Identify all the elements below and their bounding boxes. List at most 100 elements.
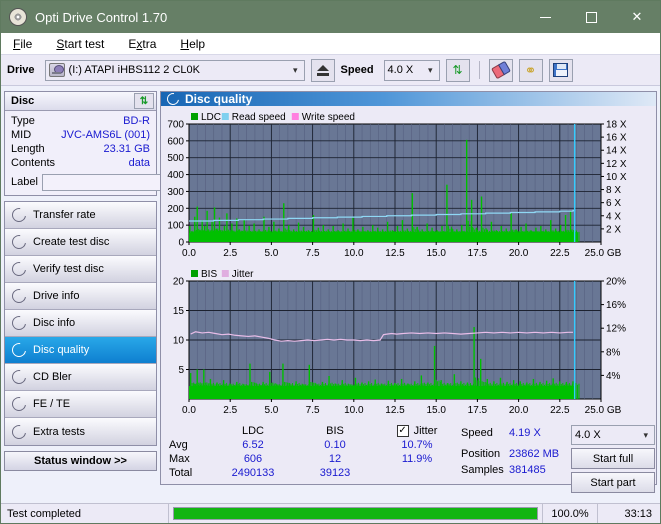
svg-text:Write speed: Write speed: [302, 112, 355, 123]
svg-text:400: 400: [167, 170, 184, 181]
sidebar: Disc ⇅ Type BD-R MID JVC-AMS6L (001) Len…: [1, 87, 240, 485]
stats-row-label-max: Max: [169, 453, 190, 465]
sidebar-item-drive-info[interactable]: Drive info: [5, 283, 156, 310]
main-panel: Disc quality LDC Read speed Write speed 0 10…: [160, 90, 657, 493]
sidebar-item-cd-bler[interactable]: CD Bler: [5, 364, 156, 391]
stats-row-label-avg: Avg: [169, 439, 188, 451]
svg-text:8%: 8%: [606, 347, 621, 358]
svg-text:7.5: 7.5: [306, 248, 320, 259]
stats-avg-ldc: 6.52: [242, 439, 264, 451]
test-speed-select[interactable]: 4.0 X ▾: [571, 425, 655, 445]
sidebar-item-disc-quality[interactable]: Disc quality: [5, 337, 156, 364]
svg-text:100: 100: [167, 221, 184, 232]
svg-text:7.5: 7.5: [306, 405, 320, 416]
drive-select[interactable]: (I:) ATAPI iHBS112 2 CL0K ▾: [44, 59, 305, 81]
sidebar-item-extra-tests[interactable]: Extra tests: [5, 418, 156, 445]
menu-item-start-test[interactable]: Start test: [52, 36, 108, 52]
sidebar-item-verify-test-disc[interactable]: Verify test disc: [5, 256, 156, 283]
sidebar-item-create-test-disc[interactable]: Create test disc: [5, 229, 156, 256]
eject-button[interactable]: [310, 58, 335, 82]
disc-icon: [9, 340, 29, 360]
disc-row-length: Length 23.31 GB: [11, 142, 150, 156]
readout-samples-value: 381485: [509, 464, 546, 476]
toolbar-speed-value: 4.0 X: [387, 64, 414, 76]
sidebar-item-disc-info[interactable]: Disc info: [5, 310, 156, 337]
stats-row-label-total: Total: [169, 467, 193, 479]
stats-table: LDC BIS ✓ Jitter Avg 6.52 0.10 10.7% Max…: [161, 425, 461, 493]
stats-grid: LDC BIS ✓ Jitter Avg 6.52 0.10 10.7% Max…: [161, 425, 461, 479]
sidebar-item-fe-te[interactable]: FE / TE: [5, 391, 156, 418]
disc-info-rows: Type BD-R MID JVC-AMS6L (001) Length 23.…: [5, 111, 240, 195]
svg-text:5.0: 5.0: [264, 405, 278, 416]
minimize-icon: [539, 16, 551, 18]
menu-item-file[interactable]: File: [9, 36, 36, 52]
elapsed-time: 33:13: [624, 507, 652, 520]
readout-position: Position 23862 MB: [461, 446, 571, 462]
svg-text:20.0: 20.0: [509, 405, 529, 416]
sidebar-item-transfer-rate[interactable]: Transfer rate: [5, 202, 156, 229]
disc-quality-icon: [164, 90, 182, 108]
svg-text:10.0: 10.0: [344, 405, 364, 416]
svg-text:15.0: 15.0: [426, 248, 446, 259]
menu-item-extra[interactable]: Extra: [124, 36, 160, 52]
stats-header-jitter-cell: ✓ Jitter: [373, 425, 461, 437]
minimize-button[interactable]: [522, 1, 568, 33]
tools-button[interactable]: ⚭: [518, 58, 543, 82]
stats-corner: [161, 425, 209, 437]
svg-text:8 X: 8 X: [606, 185, 621, 196]
svg-text:17.5: 17.5: [468, 248, 488, 259]
toolbar-speed-select[interactable]: 4.0 X ▾: [383, 59, 440, 81]
stats-avg-jitter: 10.7%: [401, 439, 433, 451]
svg-text:22.5: 22.5: [550, 248, 570, 259]
svg-text:22.5: 22.5: [550, 405, 570, 416]
svg-text:LDC: LDC: [201, 112, 221, 123]
readout-position-label: Position: [461, 448, 501, 460]
maximize-icon: [585, 11, 597, 23]
stats-max-ldc: 606: [243, 453, 263, 465]
save-button[interactable]: [548, 58, 573, 82]
svg-text:16%: 16%: [606, 300, 626, 311]
disc-row-key: Type: [11, 115, 35, 127]
disc-refresh-button[interactable]: ⇅: [134, 93, 154, 109]
svg-text:0.0: 0.0: [182, 405, 196, 416]
svg-text:20.0: 20.0: [509, 248, 529, 259]
stats-header-jitter: Jitter: [413, 425, 438, 437]
toolbar-divider: [478, 61, 480, 79]
status-message: Test completed: [1, 504, 169, 523]
close-button[interactable]: ✕: [614, 1, 660, 33]
start-part-button[interactable]: Start part: [571, 472, 655, 493]
drive-select-value: (I:) ATAPI iHBS112 2 CL0K: [68, 64, 200, 76]
drive-label: Drive: [7, 64, 35, 76]
disc-icon: [9, 232, 29, 252]
sidebar-item-label: Verify test disc: [33, 263, 104, 275]
readout-position-value: 23862 MB: [509, 448, 560, 460]
menu-item-help[interactable]: Help: [176, 36, 209, 52]
erase-button[interactable]: [488, 58, 513, 82]
stats-avg-bis: 0.10: [324, 439, 346, 451]
disc-row-key: Contents: [11, 157, 56, 169]
refresh-button[interactable]: ⇅: [445, 58, 470, 82]
readout-samples-label: Samples: [461, 464, 504, 476]
svg-text:12%: 12%: [606, 324, 626, 335]
svg-text:0.0: 0.0: [182, 248, 196, 259]
start-full-button[interactable]: Start full: [571, 448, 655, 469]
svg-text:500: 500: [167, 153, 184, 164]
chevron-down-icon: ▾: [428, 64, 433, 75]
status-window-button[interactable]: Status window >>: [4, 451, 157, 471]
svg-text:300: 300: [167, 187, 184, 198]
progress-fill: [174, 508, 537, 519]
speed-label: Speed: [340, 64, 374, 76]
disc-quality-charts: LDC Read speed Write speed 0 100 200 300 400 500…: [167, 112, 627, 416]
stats-total-bis: 39123: [319, 467, 351, 479]
stats-area: LDC BIS ✓ Jitter Avg 6.52 0.10 10.7% Max…: [161, 421, 656, 493]
stats-header-ldc: LDC: [241, 425, 264, 437]
svg-text:2 X: 2 X: [606, 224, 621, 235]
app-body: Disc ⇅ Type BD-R MID JVC-AMS6L (001) Len…: [1, 87, 660, 493]
toolbar: Drive (I:) ATAPI iHBS112 2 CL0K ▾ Speed …: [1, 55, 660, 86]
jitter-checkbox[interactable]: ✓: [396, 425, 409, 437]
svg-text:15.0: 15.0: [426, 405, 446, 416]
sidebar-item-label: Disc quality: [33, 344, 90, 356]
maximize-button[interactable]: [568, 1, 614, 33]
tools-icon: ⚭: [524, 61, 537, 78]
disc-icon: [9, 394, 29, 414]
